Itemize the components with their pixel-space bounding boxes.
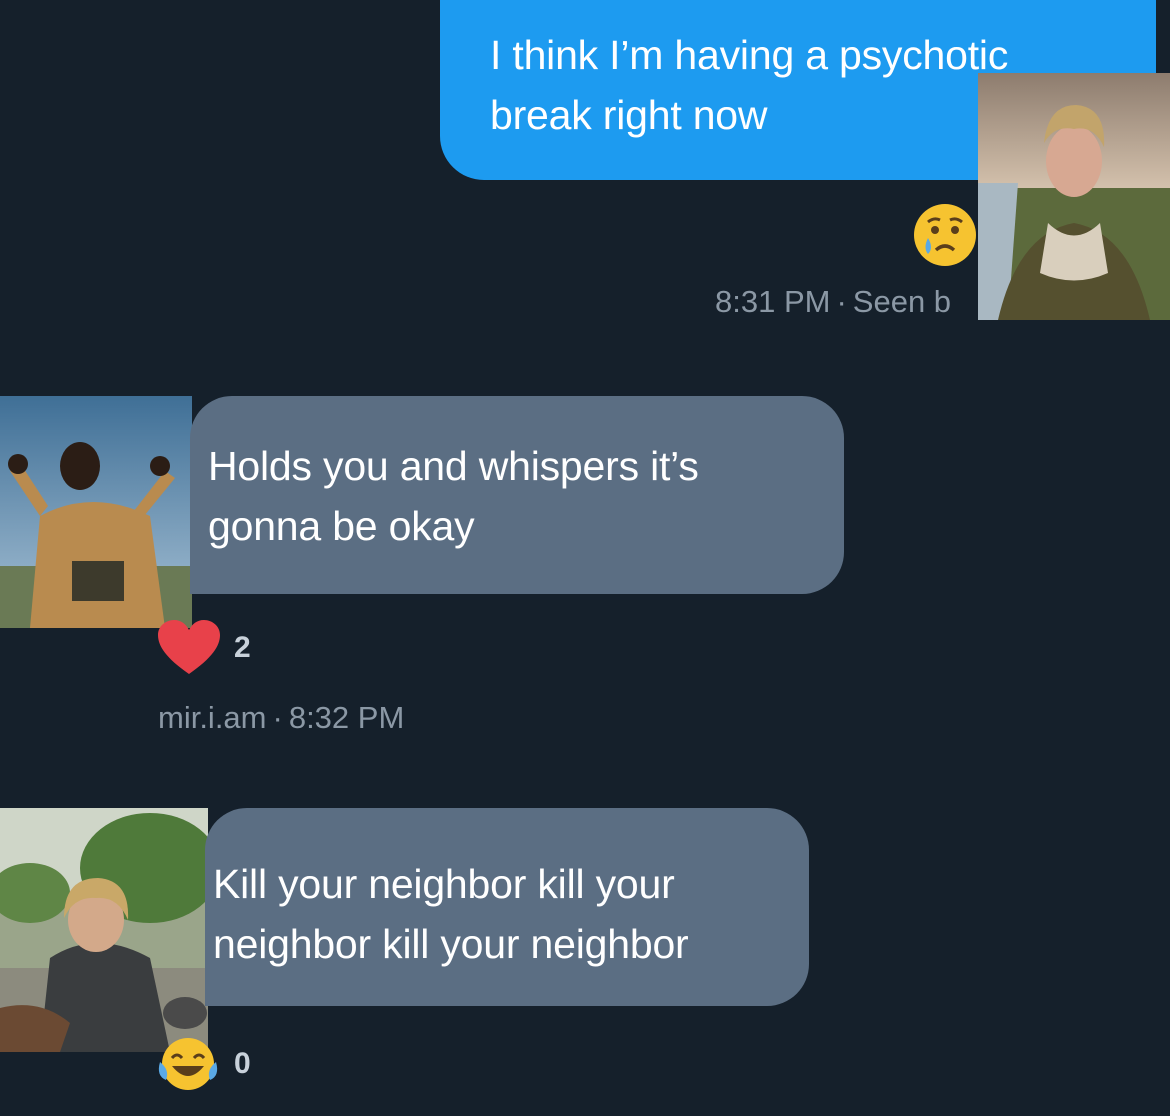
time-text: 8:32 PM bbox=[288, 700, 405, 735]
incoming-message-bubble[interactable]: Kill your neighbor kill your neighbor ki… bbox=[205, 808, 809, 1006]
seen-status: Seen b bbox=[852, 284, 952, 319]
reaction-count: 2 bbox=[234, 631, 251, 664]
message-sender-time: mir.i.am · 8:32 PM bbox=[158, 700, 405, 735]
crying-face-emoji-icon[interactable] bbox=[912, 202, 978, 268]
incoming-message-bubble[interactable]: Holds you and whispers it’s gonna be oka… bbox=[190, 396, 844, 594]
message-text-line: gonna be okay bbox=[208, 503, 475, 549]
message-text-line: neighbor kill your neighbor bbox=[213, 921, 689, 967]
avatar-photo-incoming-1 bbox=[0, 396, 192, 628]
sender-name[interactable]: mir.i.am bbox=[158, 700, 267, 735]
reaction-count: 0 bbox=[234, 1047, 251, 1080]
avatar-photo-incoming-2 bbox=[0, 808, 208, 1052]
red-heart-emoji-icon[interactable] bbox=[156, 618, 222, 678]
laughing-tears-emoji-icon[interactable] bbox=[154, 1036, 222, 1092]
time-text: 8:31 PM bbox=[715, 284, 831, 319]
message-text-line: Kill your neighbor kill your bbox=[213, 861, 675, 907]
message-timestamp: 8:31 PM · Seen b bbox=[715, 284, 952, 319]
message-text-line: Holds you and whispers it’s bbox=[208, 443, 699, 489]
avatar-photo-outgoing bbox=[978, 73, 1170, 320]
